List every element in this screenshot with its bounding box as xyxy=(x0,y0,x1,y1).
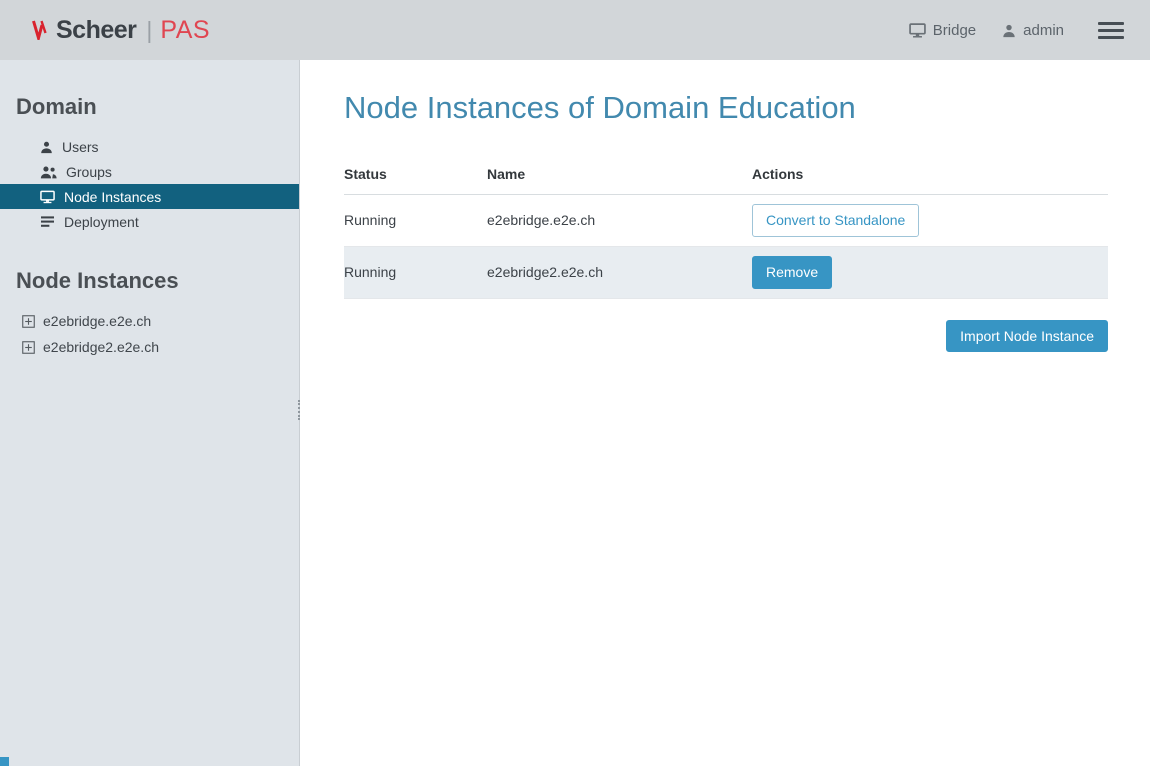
node-instances-table: Status Name Actions Running e2ebridge.e2… xyxy=(344,156,1108,299)
logo-product-text: PAS xyxy=(160,16,210,45)
scheer-logo-mark-icon xyxy=(32,20,48,40)
name-cell: e2ebridge.e2e.ch xyxy=(487,212,752,228)
monitor-icon xyxy=(40,190,55,204)
tree-item-label: e2ebridge.e2e.ch xyxy=(43,313,151,329)
convert-to-standalone-button[interactable]: Convert to Standalone xyxy=(752,204,919,237)
remove-button[interactable]: Remove xyxy=(752,256,832,289)
expand-plus-icon[interactable] xyxy=(22,341,35,354)
status-cell: Running xyxy=(344,264,487,280)
hamburger-menu-icon[interactable] xyxy=(1098,22,1124,39)
monitor-icon xyxy=(909,23,926,38)
expand-plus-icon[interactable] xyxy=(22,315,35,328)
users-icon xyxy=(40,165,57,179)
sidebar: Domain Users Groups Node Instan xyxy=(0,60,300,766)
sidebar-item-label: Deployment xyxy=(64,214,139,230)
sidebar-item-deployment[interactable]: Deployment xyxy=(0,209,299,234)
sidebar-resize-handle[interactable] xyxy=(298,400,301,420)
sidebar-item-label: Users xyxy=(62,139,99,155)
sidebar-item-groups[interactable]: Groups xyxy=(0,159,299,184)
page-title: Node Instances of Domain Education xyxy=(344,90,1108,126)
column-header-status: Status xyxy=(344,166,487,182)
user-label: admin xyxy=(1023,22,1064,39)
tree-item-label: e2ebridge2.e2e.ch xyxy=(43,339,159,355)
sidebar-item-label: Groups xyxy=(66,164,112,180)
column-header-actions: Actions xyxy=(752,166,1108,182)
sidebar-item-node-instances[interactable]: Node Instances xyxy=(0,184,299,209)
top-header: Scheer | PAS Bridge admin xyxy=(0,0,1150,60)
corner-accent xyxy=(0,757,9,766)
import-node-instance-button[interactable]: Import Node Instance xyxy=(946,320,1108,353)
column-header-name: Name xyxy=(487,166,752,182)
sidebar-item-users[interactable]: Users xyxy=(0,134,299,159)
name-cell: e2ebridge2.e2e.ch xyxy=(487,264,752,280)
table-row: Running e2ebridge.e2e.ch Convert to Stan… xyxy=(344,195,1108,247)
table-row: Running e2ebridge2.e2e.ch Remove xyxy=(344,247,1108,299)
tree-item-e2ebridge2[interactable]: e2ebridge2.e2e.ch xyxy=(0,334,299,360)
logo-brand-text: Scheer xyxy=(56,16,136,45)
user-icon xyxy=(40,140,53,154)
table-header-row: Status Name Actions xyxy=(344,156,1108,195)
status-cell: Running xyxy=(344,212,487,228)
bridge-label: Bridge xyxy=(933,22,976,39)
tree-item-e2ebridge[interactable]: e2ebridge.e2e.ch xyxy=(0,308,299,334)
bridge-menu[interactable]: Bridge xyxy=(909,22,976,39)
list-icon xyxy=(40,215,55,228)
user-menu[interactable]: admin xyxy=(1002,22,1064,39)
node-instances-heading: Node Instances xyxy=(0,234,299,308)
domain-heading: Domain xyxy=(0,94,299,134)
main-content: Node Instances of Domain Education Statu… xyxy=(300,60,1150,766)
scheer-pas-logo[interactable]: Scheer | PAS xyxy=(32,16,210,45)
user-icon xyxy=(1002,23,1016,38)
logo-divider: | xyxy=(146,17,152,44)
sidebar-item-label: Node Instances xyxy=(64,189,161,205)
